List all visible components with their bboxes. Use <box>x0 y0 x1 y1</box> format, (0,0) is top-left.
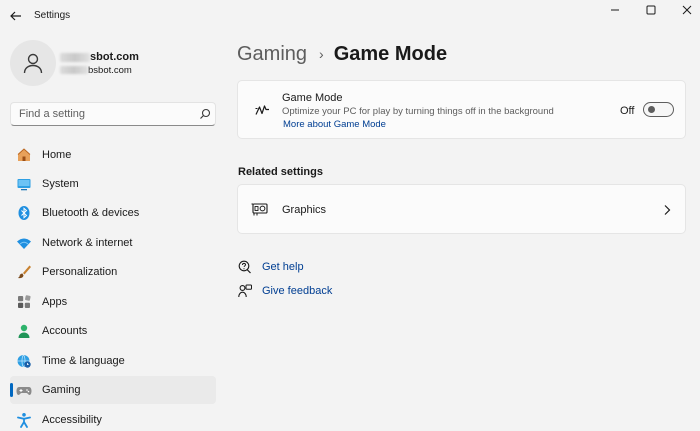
sidebar-item-gaming[interactable]: Gaming <box>10 376 216 404</box>
graphics-label: Graphics <box>282 204 327 216</box>
game-mode-toggle[interactable] <box>643 102 674 117</box>
sidebar-item-time-language[interactable]: Time & language <box>10 347 216 375</box>
more-about-game-mode-link[interactable]: More about Game Mode <box>283 119 386 130</box>
sidebar-item-system[interactable]: System <box>10 170 216 198</box>
sidebar-item-accessibility[interactable]: Accessibility <box>10 406 216 431</box>
game-mode-card: Game Mode Optimize your PC for play by t… <box>237 80 686 139</box>
display-adapter-icon <box>251 203 268 216</box>
app-title: Settings <box>34 10 71 21</box>
get-help-link[interactable]: Get help <box>262 261 304 273</box>
bluetooth-icon <box>16 205 32 221</box>
breadcrumb-parent[interactable]: Gaming <box>237 43 307 66</box>
sidebar-item-accounts[interactable]: Accounts <box>10 317 216 345</box>
brush-icon <box>16 264 32 280</box>
maximize-icon <box>646 5 656 15</box>
sidebar-item-personalization[interactable]: Personalization <box>10 258 216 286</box>
user-email: bsbot.com <box>60 65 132 76</box>
selection-indicator <box>10 383 13 397</box>
related-settings-heading: Related settings <box>238 166 323 178</box>
accessibility-icon <box>16 412 32 428</box>
graphics-card[interactable]: Graphics <box>237 184 686 234</box>
back-button[interactable] <box>6 6 26 26</box>
title-bar: Settings <box>0 0 700 32</box>
search-icon[interactable] <box>199 108 211 120</box>
game-mode-title: Game Mode <box>282 92 343 104</box>
redacted-mark <box>60 66 88 75</box>
give-feedback-link[interactable]: Give feedback <box>262 285 332 297</box>
minimize-button[interactable] <box>606 3 624 17</box>
game-mode-description: Optimize your PC for play by turning thi… <box>282 106 554 117</box>
feedback-icon <box>238 284 252 298</box>
toggle-state-label: Off <box>620 105 635 117</box>
sidebar-item-network[interactable]: Network & internet <box>10 229 216 257</box>
chevron-right-icon <box>664 205 671 215</box>
search-box[interactable] <box>10 102 216 126</box>
breadcrumb-separator: › <box>319 46 324 62</box>
redacted-mark <box>60 52 90 62</box>
close-button[interactable] <box>678 3 696 17</box>
breadcrumb: Gaming › Game Mode <box>237 40 447 68</box>
home-icon <box>16 147 32 163</box>
sidebar-item-home[interactable]: Home <box>10 141 216 169</box>
gamepad-icon <box>16 382 32 398</box>
user-name: sbot.com <box>60 51 139 63</box>
help-icon <box>238 260 251 274</box>
get-help-row[interactable]: Get help <box>238 260 304 274</box>
close-icon <box>682 5 692 15</box>
game-mode-icon <box>255 105 269 115</box>
person-icon <box>23 53 43 74</box>
accounts-icon <box>16 323 32 339</box>
globe-clock-icon <box>16 353 32 369</box>
avatar[interactable] <box>10 40 56 86</box>
system-icon <box>16 176 32 192</box>
wifi-icon <box>16 235 32 251</box>
apps-icon <box>16 294 32 310</box>
maximize-button[interactable] <box>642 3 660 17</box>
give-feedback-row[interactable]: Give feedback <box>238 284 332 298</box>
back-arrow-icon <box>10 11 21 21</box>
sidebar-item-bluetooth[interactable]: Bluetooth & devices <box>10 199 216 227</box>
minimize-icon <box>611 9 619 11</box>
page-title: Game Mode <box>333 42 448 65</box>
sidebar-item-apps[interactable]: Apps <box>10 288 216 316</box>
toggle-knob <box>648 106 655 113</box>
search-input[interactable] <box>11 103 191 125</box>
